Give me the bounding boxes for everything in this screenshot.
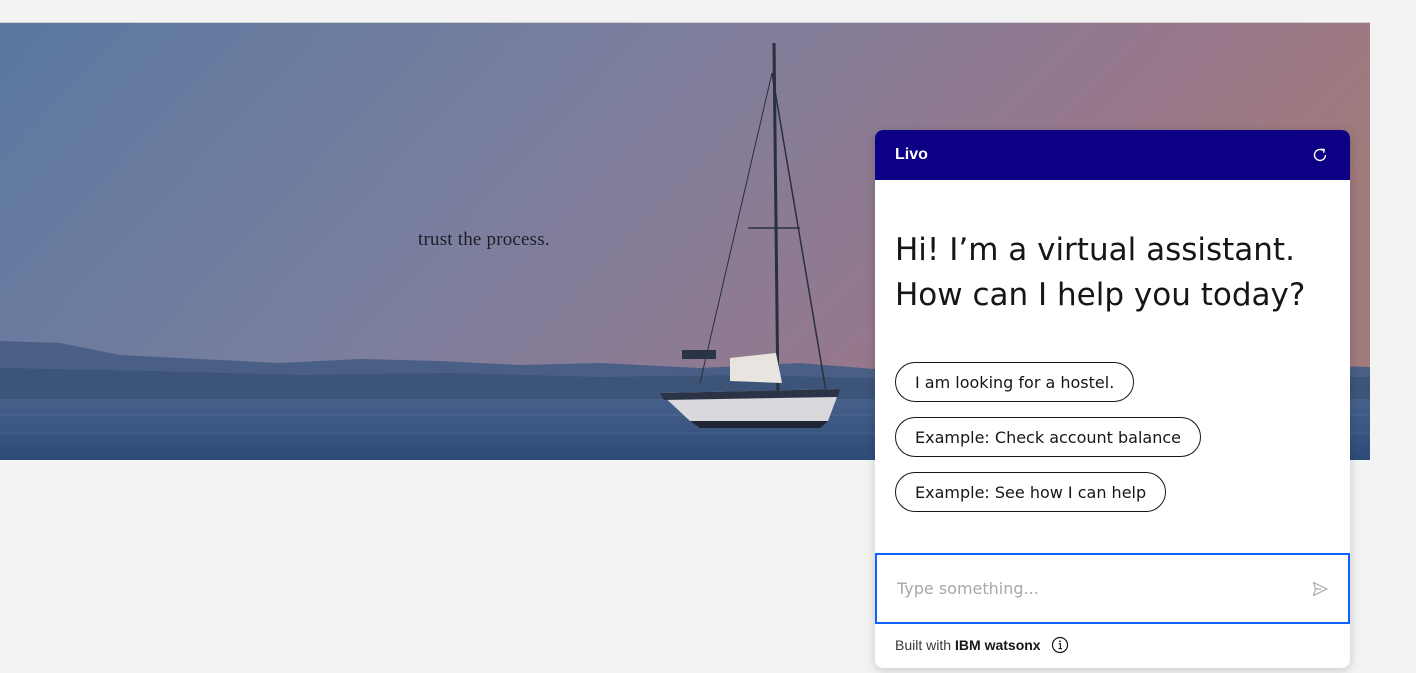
chat-title: Livo [895,146,928,163]
suggestion-chip-hostel[interactable]: I am looking for a hostel. [895,362,1135,402]
greeting-line-2: How can I help you today? [895,277,1306,313]
greeting-line-1: Hi! I’m a virtual assistant. [895,232,1295,268]
chat-footer: Built with IBM watsonx [895,636,1069,654]
chat-header: Livo [875,130,1350,180]
message-input-area [875,553,1350,624]
chat-body: Hi! I’m a virtual assistant. How can I h… [875,180,1350,512]
footer-prefix: Built with [895,637,952,653]
chat-widget: Livo Hi! I’m a virtual assistant. How ca… [875,130,1350,668]
suggestion-list: I am looking for a hostel. Example: Chec… [895,362,1330,512]
info-icon[interactable] [1051,636,1069,654]
hero-tagline: trust the process. [418,229,550,250]
suggestion-chip-see-help[interactable]: Example: See how I can help [895,472,1167,512]
message-input[interactable] [895,578,1310,599]
footer-brand: IBM watsonx [955,637,1041,653]
suggestion-chip-account-balance[interactable]: Example: Check account balance [895,417,1202,457]
send-icon[interactable] [1310,579,1330,599]
greeting-message: Hi! I’m a virtual assistant. How can I h… [895,228,1330,318]
restart-icon[interactable] [1310,145,1330,165]
